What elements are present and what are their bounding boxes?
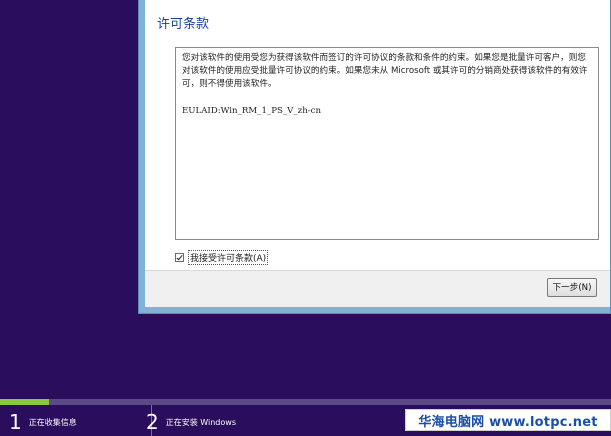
next-button[interactable]: 下一步(N) bbox=[547, 278, 597, 297]
setup-dialog-panel: 许可条款 您对该软件的使用受您为获得该软件而签订的许可协议的条款和条件的约束。如… bbox=[145, 0, 610, 307]
accept-license-checkbox-row[interactable]: 我接受许可条款(A) bbox=[175, 250, 269, 265]
dialog-footer: 下一步(N) bbox=[145, 270, 610, 307]
step-number: 1 bbox=[9, 410, 22, 434]
accept-license-checkbox[interactable] bbox=[175, 253, 184, 262]
setup-window: 许可条款 您对该软件的使用受您为获得该软件而签订的许可协议的条款和条件的约束。如… bbox=[138, 0, 611, 314]
license-text: 您对该软件的使用受您为获得该软件而签订的许可协议的条款和条件的约束。如果您是批量… bbox=[182, 53, 588, 89]
dialog-title: 许可条款 bbox=[157, 17, 210, 32]
step-collecting-info: 1 正在收集信息 bbox=[9, 411, 77, 433]
eula-id: EULAID:Win_RM_1_PS_V_zh-cn bbox=[182, 106, 321, 116]
accept-license-label[interactable]: 我接受许可条款(A) bbox=[188, 250, 269, 265]
step-installing-windows: 2 正在安装 Windows bbox=[146, 411, 236, 433]
site-watermark: 华海电脑网 www.lotpc.net bbox=[405, 409, 611, 431]
step-number: 2 bbox=[146, 410, 159, 434]
step-label: 正在收集信息 bbox=[28, 417, 77, 427]
license-text-box[interactable]: 您对该软件的使用受您为获得该软件而签订的许可协议的条款和条件的约束。如果您是批量… bbox=[175, 47, 599, 240]
step-label: 正在安装 Windows bbox=[165, 417, 236, 427]
